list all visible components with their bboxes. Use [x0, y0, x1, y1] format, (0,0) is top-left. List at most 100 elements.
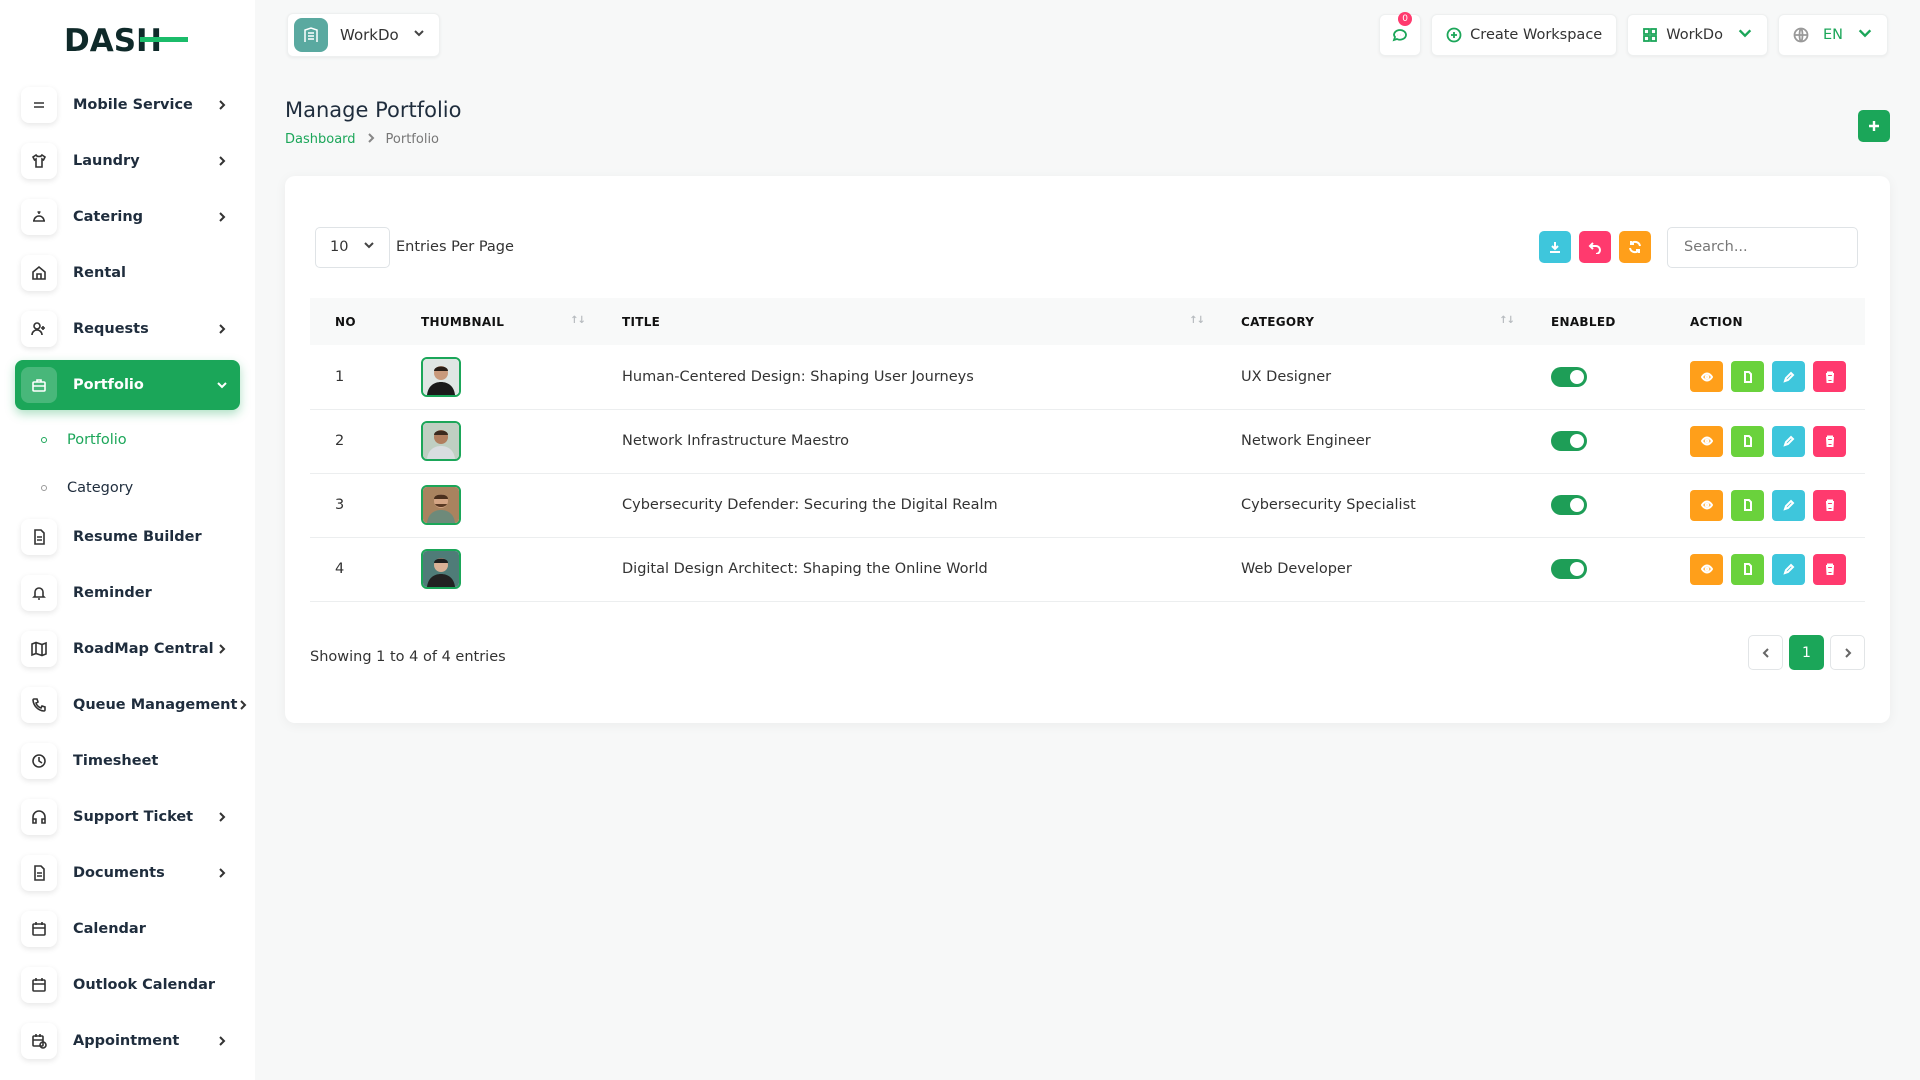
- sidebar-item-laundry[interactable]: Laundry: [15, 136, 240, 186]
- view-button[interactable]: [1690, 361, 1723, 393]
- details-button[interactable]: [1731, 489, 1764, 521]
- thumbnail-avatar[interactable]: [421, 485, 461, 525]
- messages-button[interactable]: 0: [1379, 12, 1422, 56]
- edit-button[interactable]: [1772, 361, 1805, 393]
- trash-icon: [1825, 563, 1834, 575]
- chevron-down-icon: [1737, 25, 1753, 45]
- sidebar-item-label: Catering: [73, 209, 144, 225]
- sort-icon: ↑↓: [1189, 315, 1205, 326]
- cell-enabled: [1526, 473, 1665, 538]
- refresh-button[interactable]: [1619, 231, 1651, 263]
- workspace-switcher[interactable]: WorkDo: [287, 13, 440, 57]
- sidebar-subitem-portfolio[interactable]: Portfolio: [15, 416, 240, 464]
- sidebar-item-reminder[interactable]: Reminder: [15, 568, 240, 618]
- thumbnail-avatar[interactable]: [421, 356, 461, 397]
- pencil-icon: [1782, 499, 1794, 511]
- sidebar-nav: Mobile Service Laundry Catering Rental R…: [0, 80, 255, 1066]
- brand-logo[interactable]: DASH: [0, 0, 255, 80]
- sidebar-item-queue-management[interactable]: Queue Management: [15, 680, 247, 730]
- column-header-thumbnail[interactable]: THUMBNAIL ↑↓: [396, 298, 597, 345]
- enabled-toggle[interactable]: [1551, 495, 1587, 515]
- enabled-toggle[interactable]: [1551, 559, 1587, 579]
- create-workspace-button[interactable]: Create Workspace: [1431, 14, 1618, 56]
- next-page-button[interactable]: [1830, 635, 1865, 670]
- sidebar-subitem-category[interactable]: Category: [15, 464, 240, 512]
- user-plus-icon: [21, 311, 57, 347]
- home-icon: [21, 255, 57, 291]
- plus-circle-icon: [1446, 27, 1462, 43]
- sidebar-item-label: Calendar: [73, 921, 146, 937]
- page-header: Manage Portfolio Dashboard Portfolio: [285, 98, 461, 147]
- workspace-menu-button[interactable]: WorkDo: [1627, 14, 1768, 56]
- search-input[interactable]: [1667, 226, 1858, 268]
- chevron-right-icon: [237, 699, 249, 711]
- sidebar-item-roadmap-central[interactable]: RoadMap Central: [15, 624, 240, 674]
- chevron-right-icon: [216, 323, 228, 335]
- edit-button[interactable]: [1772, 425, 1805, 457]
- sidebar-item-appointment[interactable]: Appointment: [15, 1016, 240, 1066]
- enabled-toggle[interactable]: [1551, 431, 1587, 451]
- sidebar-item-label: Laundry: [73, 153, 140, 169]
- sidebar-item-documents[interactable]: Documents: [15, 848, 240, 898]
- cell-enabled: [1526, 537, 1665, 602]
- delete-button[interactable]: [1813, 425, 1846, 457]
- cell-no: 4: [310, 537, 396, 602]
- cell-enabled: [1526, 345, 1665, 410]
- chevron-right-icon: [216, 867, 228, 879]
- sidebar-item-outlook-calendar[interactable]: Outlook Calendar: [15, 960, 240, 1010]
- export-button[interactable]: [1539, 231, 1571, 263]
- trash-icon: [1825, 499, 1834, 511]
- chevron-down-icon: [363, 239, 375, 255]
- details-button[interactable]: [1731, 553, 1764, 585]
- details-button[interactable]: [1731, 361, 1764, 393]
- building-icon: [294, 18, 328, 52]
- view-button[interactable]: [1690, 553, 1723, 585]
- file-icon: [1743, 563, 1752, 575]
- chevron-right-icon: [216, 211, 228, 223]
- entries-per-page-select[interactable]: 10: [315, 226, 390, 268]
- edit-button[interactable]: [1772, 489, 1805, 521]
- thumbnail-avatar[interactable]: [421, 549, 461, 589]
- sidebar-item-portfolio[interactable]: Portfolio: [15, 360, 240, 410]
- sidebar-item-mobile-service[interactable]: Mobile Service: [15, 80, 240, 130]
- column-header-no[interactable]: NO: [310, 298, 396, 345]
- column-header-title[interactable]: TITLE ↑↓: [597, 298, 1216, 345]
- sidebar-item-calendar[interactable]: Calendar: [15, 904, 240, 954]
- file-icon: [1743, 370, 1752, 383]
- entries-per-page-label: Entries Per Page: [396, 239, 514, 255]
- breadcrumb-dashboard[interactable]: Dashboard: [285, 132, 356, 147]
- view-button[interactable]: [1690, 489, 1723, 521]
- sidebar-item-requests[interactable]: Requests: [15, 304, 240, 354]
- sidebar-item-timesheet[interactable]: Timesheet: [15, 736, 240, 786]
- person-photo-icon: [423, 551, 459, 587]
- edit-button[interactable]: [1772, 553, 1805, 585]
- undo-button[interactable]: [1579, 231, 1611, 263]
- view-button[interactable]: [1690, 425, 1723, 457]
- add-portfolio-button[interactable]: [1858, 110, 1890, 142]
- details-button[interactable]: [1731, 425, 1764, 457]
- portfolio-table: NO THUMBNAIL ↑↓ TITLE ↑↓ CATEGORY ↑↓ ENABLE…: [310, 298, 1865, 602]
- thumbnail-avatar[interactable]: [421, 421, 461, 461]
- cell-actions: [1665, 473, 1865, 538]
- page-button-current[interactable]: 1: [1789, 635, 1824, 670]
- grid-icon: [1643, 28, 1658, 42]
- calendar-icon: [21, 911, 57, 947]
- language-selector[interactable]: EN: [1777, 14, 1888, 56]
- column-header-category[interactable]: CATEGORY ↑↓: [1216, 298, 1526, 345]
- prev-page-button[interactable]: [1748, 635, 1783, 670]
- sidebar-item-support-ticket[interactable]: Support Ticket: [15, 792, 240, 842]
- eye-icon: [1700, 500, 1713, 510]
- delete-button[interactable]: [1813, 553, 1846, 585]
- pencil-icon: [1782, 563, 1794, 575]
- chevron-down-icon: [413, 27, 425, 43]
- top-header: WorkDo 0 Create Workspace WorkDo EN: [255, 0, 1920, 72]
- delete-button[interactable]: [1813, 489, 1846, 521]
- sidebar-item-resume-builder[interactable]: Resume Builder: [15, 512, 240, 562]
- per-page-value: 10: [330, 239, 349, 255]
- sidebar-item-rental[interactable]: Rental: [15, 248, 240, 298]
- sidebar-item-catering[interactable]: Catering: [15, 192, 240, 242]
- delete-button[interactable]: [1813, 361, 1846, 393]
- chevron-right-icon: [216, 155, 228, 167]
- file-icon: [1743, 435, 1752, 447]
- enabled-toggle[interactable]: [1551, 366, 1587, 387]
